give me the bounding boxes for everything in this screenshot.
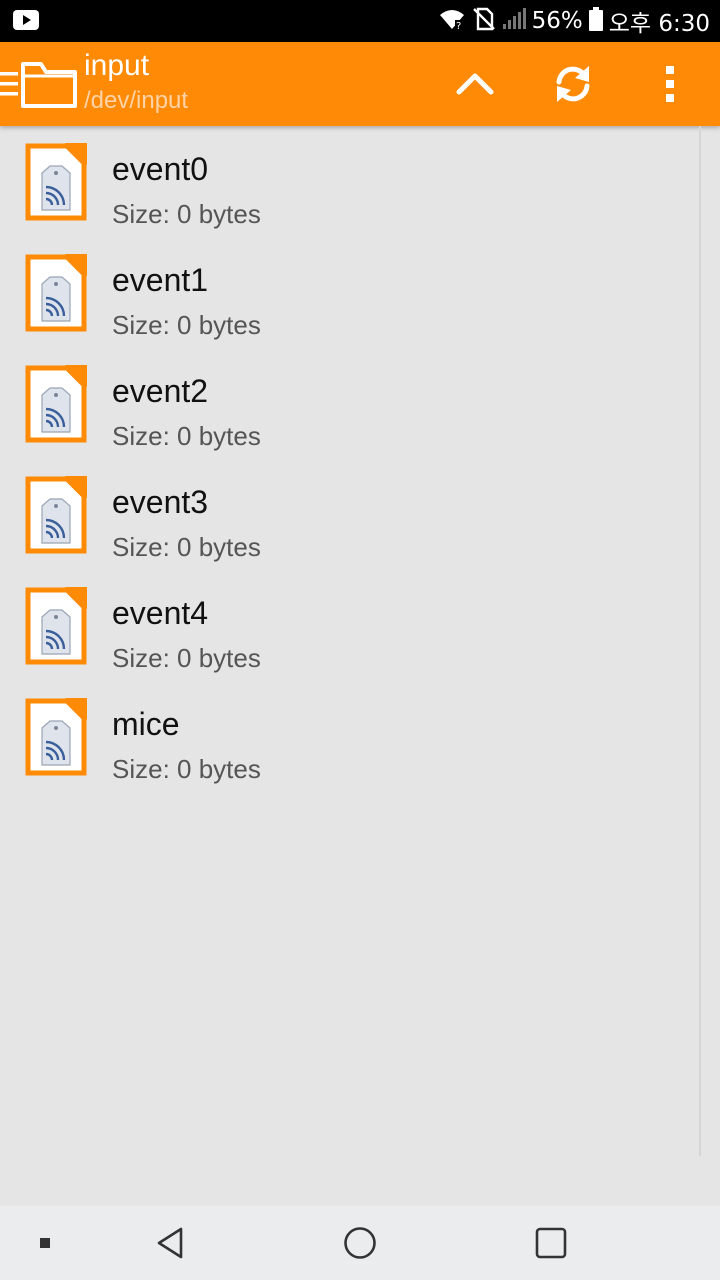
navigation-bar	[0, 1206, 720, 1280]
list-item[interactable]: event4 Size: 0 bytes	[0, 570, 700, 681]
overview-dot-icon[interactable]	[30, 1206, 60, 1280]
list-item[interactable]: event3 Size: 0 bytes	[0, 459, 700, 570]
clock: 오후 6:30	[608, 11, 710, 37]
wifi-icon: ?	[438, 7, 466, 36]
file-size: Size: 0 bytes	[112, 310, 261, 340]
file-name: event3	[112, 484, 209, 520]
app-bar: input /dev/input	[0, 42, 720, 126]
file-name: mice	[112, 706, 180, 742]
more-options-button[interactable]	[649, 62, 693, 106]
up-directory-button[interactable]	[453, 62, 497, 106]
file-name: event1	[112, 262, 209, 298]
folder-icon[interactable]	[20, 60, 78, 115]
file-name: event0	[112, 151, 209, 187]
file-size: Size: 0 bytes	[112, 643, 261, 673]
file-size: Size: 0 bytes	[112, 532, 261, 562]
youtube-icon	[12, 9, 40, 36]
file-size: Size: 0 bytes	[112, 421, 261, 451]
file-icon	[25, 365, 87, 448]
file-name: event2	[112, 373, 209, 409]
no-sim-icon	[472, 7, 496, 36]
recents-icon[interactable]	[521, 1206, 581, 1280]
file-icon	[25, 254, 87, 337]
more-vert-icon	[666, 66, 674, 102]
scrollbar[interactable]	[699, 126, 701, 1156]
file-icon	[25, 476, 87, 559]
file-name: event4	[112, 595, 209, 631]
file-size: Size: 0 bytes	[112, 199, 261, 229]
status-bar: ? 56% 오후 6:30	[0, 0, 720, 42]
battery-percent: 56%	[531, 8, 583, 34]
signal-icon	[502, 7, 526, 35]
back-icon[interactable]	[140, 1206, 200, 1280]
page-title: input	[84, 49, 150, 82]
list-item[interactable]: event1 Size: 0 bytes	[0, 237, 700, 348]
list-item[interactable]: mice Size: 0 bytes	[0, 681, 700, 792]
menu-icon[interactable]	[0, 70, 20, 105]
refresh-icon	[556, 66, 590, 102]
list-item[interactable]: event2 Size: 0 bytes	[0, 348, 700, 459]
list-item[interactable]: event0 Size: 0 bytes	[0, 126, 700, 237]
up-arrow-icon	[456, 73, 494, 95]
file-icon	[25, 143, 87, 226]
refresh-button[interactable]	[551, 62, 595, 106]
file-list: event0 Size: 0 bytes event1 Size: 0 bytes ev…	[0, 126, 700, 1206]
current-path: /dev/input	[84, 87, 189, 114]
file-size: Size: 0 bytes	[112, 754, 261, 784]
svg-text:?: ?	[456, 21, 461, 31]
file-icon	[25, 587, 87, 670]
file-icon	[25, 698, 87, 781]
battery-icon	[588, 6, 603, 36]
home-icon[interactable]	[330, 1206, 390, 1280]
